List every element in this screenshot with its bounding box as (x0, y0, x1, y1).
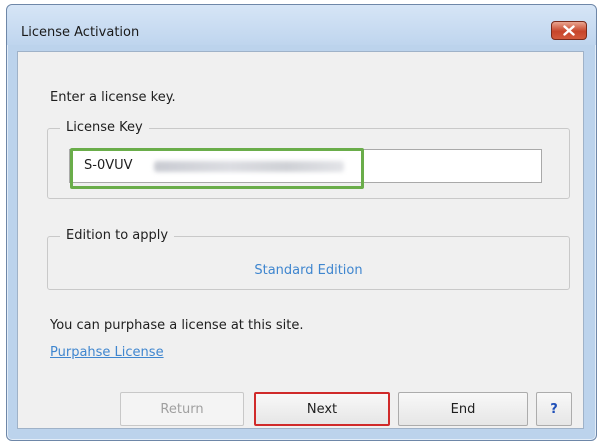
end-button[interactable]: End (398, 392, 528, 426)
help-icon: ? (550, 401, 558, 417)
window-title: License Activation (21, 25, 140, 40)
license-key-redacted (154, 161, 344, 172)
next-button-label: Next (306, 401, 338, 417)
license-key-legend: License Key (60, 120, 149, 136)
title-bar[interactable]: License Activation (7, 5, 596, 45)
purchase-info-text: You can purphase a license at this site. (50, 318, 304, 333)
end-button-label: End (450, 401, 476, 417)
edition-group: Edition to apply Standard Edition (47, 228, 570, 290)
purchase-license-link[interactable]: Purpahse License (50, 345, 164, 360)
license-key-input[interactable]: S-0VUV (69, 149, 542, 183)
next-button[interactable]: Next (254, 392, 390, 426)
edition-legend: Edition to apply (60, 228, 175, 244)
edition-value: Standard Edition (254, 263, 363, 278)
close-button[interactable] (551, 21, 587, 40)
return-button-label: Return (160, 401, 204, 417)
close-icon (563, 25, 575, 36)
license-key-value: S-0VUV (84, 158, 133, 173)
help-button[interactable]: ? (536, 392, 572, 426)
license-prompt: Enter a license key. (50, 90, 176, 105)
return-button[interactable]: Return (120, 392, 244, 426)
